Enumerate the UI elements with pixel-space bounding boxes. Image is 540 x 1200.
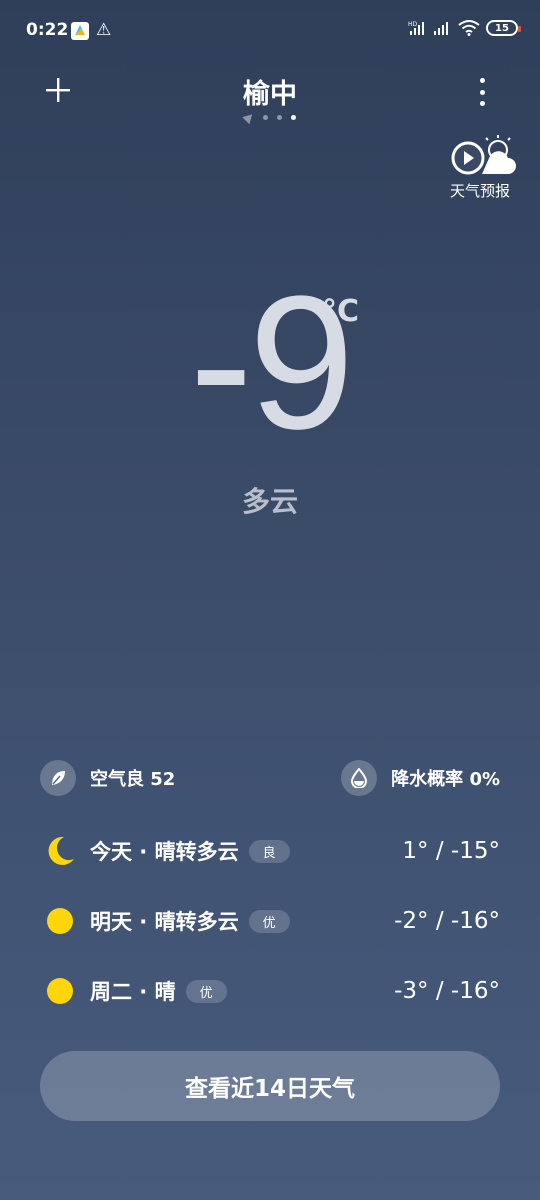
moon-icon [40, 831, 80, 871]
daily-row-tomorrow[interactable]: 明天 · 晴转多云 优 -2° / -16° [40, 901, 500, 941]
weather-forecast-button[interactable]: 天气预报 [440, 132, 520, 202]
city-title: 榆中 [243, 79, 297, 110]
more-options-button[interactable] [468, 74, 496, 110]
current-temperature: -9 [189, 257, 355, 469]
aqi-badge: 优 [185, 979, 227, 1003]
daily-row-today[interactable]: 今天 · 晴转多云 良 1° / -15° [40, 831, 500, 871]
play-cloud-icon [451, 135, 516, 175]
air-quality-button[interactable]: 空气良 52 [40, 760, 175, 796]
battery-icon: 15 [486, 20, 521, 36]
daily-label: 周二 · 晴 [90, 980, 176, 1004]
daily-label: 明天 · 晴转多云 [90, 910, 239, 934]
current-condition: 多云 [241, 485, 298, 518]
sun-icon [40, 901, 80, 941]
air-quality-text: 空气良 52 [90, 769, 176, 790]
city-page-indicator [0, 110, 540, 125]
daily-temp-range: -3° / -16° [394, 978, 500, 1004]
aqi-badge: 良 [248, 839, 290, 863]
more-vertical-icon [479, 78, 485, 83]
cellular-signal-icon: HD [408, 21, 448, 35]
precipitation-button[interactable]: 降水概率 0% [341, 760, 500, 796]
daily-row-tuesday[interactable]: 周二 · 晴 优 -3° / -16° [40, 971, 500, 1011]
daily-temp-range: 1° / -15° [402, 838, 500, 864]
sun-icon [40, 971, 80, 1011]
status-indicators: HD 15 [408, 20, 521, 36]
daily-label: 今天 · 晴转多云 [90, 840, 239, 864]
svg-text:HD: HD [408, 21, 418, 28]
page-dot [263, 115, 268, 120]
app-notification-icon [71, 22, 89, 40]
daily-temp-range: -2° / -16° [394, 908, 500, 934]
view-14-day-forecast-button[interactable]: 查看近14日天气 [40, 1051, 500, 1121]
precipitation-text: 降水概率 0% [391, 769, 500, 790]
water-drop-icon [341, 760, 378, 796]
weather-forecast-label: 天气预报 [449, 182, 510, 200]
page-dot [277, 115, 282, 120]
location-arrow-icon [242, 110, 256, 125]
wifi-icon [458, 20, 480, 36]
warning-triangle-icon: ⚠ [96, 20, 112, 40]
page-dot-active [291, 115, 296, 120]
temperature-unit: °C [322, 294, 360, 329]
battery-level: 15 [495, 22, 509, 34]
leaf-icon [40, 760, 76, 796]
status-time: 0:22 [26, 20, 69, 40]
aqi-badge: 优 [248, 909, 290, 933]
